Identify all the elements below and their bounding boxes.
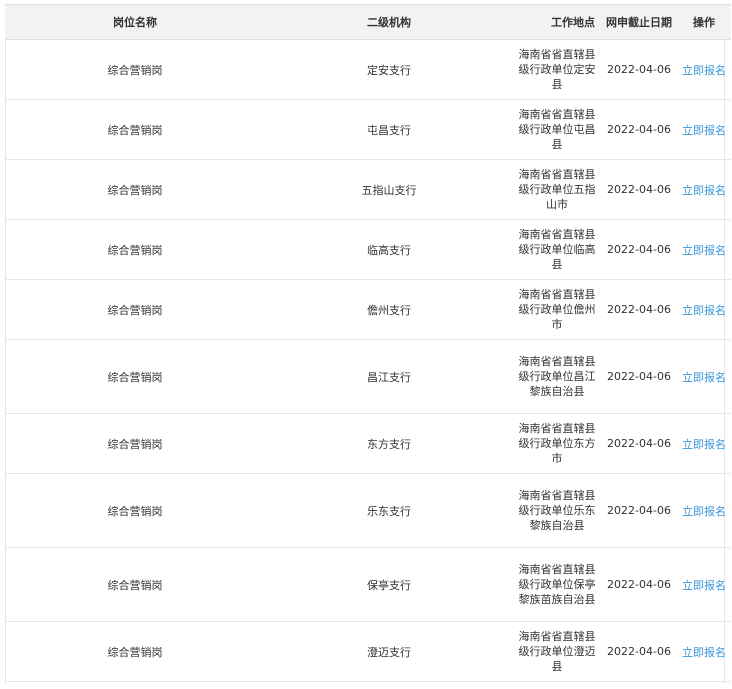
cell-position: 综合营销岗 [5, 219, 265, 280]
cell-deadline: 2022-04-06 [601, 159, 677, 220]
cell-deadline: 2022-04-06 [601, 547, 677, 622]
cell-position: 综合营销岗 [5, 413, 265, 474]
job-table-container: 岗位名称 二级机构 工作地点 网申截止日期 操作 综合营销岗 定安支行 海南省省… [5, 4, 731, 682]
table-row: 综合营销岗 昌江支行 海南省省直辖县级行政单位昌江黎族自治县 2022-04-0… [5, 339, 731, 414]
cell-location: 海南省省直辖县级行政单位屯昌县 [513, 99, 601, 160]
cell-position: 综合营销岗 [5, 279, 265, 340]
cell-deadline: 2022-04-06 [601, 279, 677, 340]
table-row: 综合营销岗 东方支行 海南省省直辖县级行政单位东方市 2022-04-06 立即… [5, 413, 731, 474]
apply-link[interactable]: 立即报名 [677, 473, 731, 548]
cell-branch: 五指山支行 [265, 159, 513, 220]
cell-branch: 澄迈支行 [265, 621, 513, 682]
cell-location: 海南省省直辖县级行政单位澄迈县 [513, 621, 601, 682]
table-row: 综合营销岗 临高支行 海南省省直辖县级行政单位临高县 2022-04-06 立即… [5, 219, 731, 280]
cell-branch: 儋州支行 [265, 279, 513, 340]
apply-link[interactable]: 立即报名 [677, 39, 731, 100]
header-position: 岗位名称 [5, 4, 265, 40]
table-header: 岗位名称 二级机构 工作地点 网申截止日期 操作 [5, 4, 731, 40]
apply-link[interactable]: 立即报名 [677, 339, 731, 414]
apply-link-label[interactable]: 立即报名 [682, 646, 726, 659]
cell-position: 综合营销岗 [5, 159, 265, 220]
cell-branch: 昌江支行 [265, 339, 513, 414]
cell-deadline: 2022-04-06 [601, 219, 677, 280]
cell-branch: 乐东支行 [265, 473, 513, 548]
table-row: 综合营销岗 屯昌支行 海南省省直辖县级行政单位屯昌县 2022-04-06 立即… [5, 99, 731, 160]
cell-position: 综合营销岗 [5, 39, 265, 100]
header-branch: 二级机构 [265, 4, 513, 40]
table-row: 综合营销岗 保亭支行 海南省省直辖县级行政单位保亭黎族苗族自治县 2022-04… [5, 547, 731, 622]
apply-link[interactable]: 立即报名 [677, 99, 731, 160]
cell-position: 综合营销岗 [5, 473, 265, 548]
apply-link-label[interactable]: 立即报名 [682, 184, 726, 197]
header-location: 工作地点 [513, 4, 601, 40]
apply-link[interactable]: 立即报名 [677, 621, 731, 682]
apply-link-label[interactable]: 立即报名 [682, 64, 726, 77]
cell-location: 海南省省直辖县级行政单位保亭黎族苗族自治县 [513, 547, 601, 622]
apply-link-label[interactable]: 立即报名 [682, 505, 726, 518]
table-row: 综合营销岗 五指山支行 海南省省直辖县级行政单位五指山市 2022-04-06 … [5, 159, 731, 220]
header-action: 操作 [677, 4, 731, 40]
cell-location: 海南省省直辖县级行政单位东方市 [513, 413, 601, 474]
cell-branch: 临高支行 [265, 219, 513, 280]
cell-position: 综合营销岗 [5, 621, 265, 682]
cell-deadline: 2022-04-06 [601, 39, 677, 100]
apply-link-label[interactable]: 立即报名 [682, 244, 726, 257]
table-body: 综合营销岗 定安支行 海南省省直辖县级行政单位定安县 2022-04-06 立即… [5, 39, 731, 682]
cell-location: 海南省省直辖县级行政单位五指山市 [513, 159, 601, 220]
cell-location: 海南省省直辖县级行政单位定安县 [513, 39, 601, 100]
cell-location: 海南省省直辖县级行政单位昌江黎族自治县 [513, 339, 601, 414]
apply-link[interactable]: 立即报名 [677, 219, 731, 280]
cell-location: 海南省省直辖县级行政单位乐东黎族自治县 [513, 473, 601, 548]
apply-link-label[interactable]: 立即报名 [682, 438, 726, 451]
table-row: 综合营销岗 澄迈支行 海南省省直辖县级行政单位澄迈县 2022-04-06 立即… [5, 621, 731, 682]
cell-position: 综合营销岗 [5, 339, 265, 414]
cell-branch: 屯昌支行 [265, 99, 513, 160]
cell-position: 综合营销岗 [5, 99, 265, 160]
job-table: 岗位名称 二级机构 工作地点 网申截止日期 操作 综合营销岗 定安支行 海南省省… [5, 4, 731, 682]
cell-deadline: 2022-04-06 [601, 413, 677, 474]
table-row: 综合营销岗 乐东支行 海南省省直辖县级行政单位乐东黎族自治县 2022-04-0… [5, 473, 731, 548]
apply-link[interactable]: 立即报名 [677, 547, 731, 622]
cell-position: 综合营销岗 [5, 547, 265, 622]
cell-location: 海南省省直辖县级行政单位儋州市 [513, 279, 601, 340]
cell-branch: 保亭支行 [265, 547, 513, 622]
apply-link-label[interactable]: 立即报名 [682, 371, 726, 384]
table-row: 综合营销岗 儋州支行 海南省省直辖县级行政单位儋州市 2022-04-06 立即… [5, 279, 731, 340]
cell-deadline: 2022-04-06 [601, 621, 677, 682]
apply-link[interactable]: 立即报名 [677, 413, 731, 474]
apply-link-label[interactable]: 立即报名 [682, 304, 726, 317]
apply-link-label[interactable]: 立即报名 [682, 579, 726, 592]
apply-link[interactable]: 立即报名 [677, 279, 731, 340]
apply-link[interactable]: 立即报名 [677, 159, 731, 220]
cell-branch: 东方支行 [265, 413, 513, 474]
cell-deadline: 2022-04-06 [601, 473, 677, 548]
cell-location: 海南省省直辖县级行政单位临高县 [513, 219, 601, 280]
cell-deadline: 2022-04-06 [601, 99, 677, 160]
table-row: 综合营销岗 定安支行 海南省省直辖县级行政单位定安县 2022-04-06 立即… [5, 39, 731, 100]
cell-branch: 定安支行 [265, 39, 513, 100]
cell-deadline: 2022-04-06 [601, 339, 677, 414]
apply-link-label[interactable]: 立即报名 [682, 124, 726, 137]
header-deadline: 网申截止日期 [601, 4, 677, 40]
header-row: 岗位名称 二级机构 工作地点 网申截止日期 操作 [5, 4, 731, 40]
